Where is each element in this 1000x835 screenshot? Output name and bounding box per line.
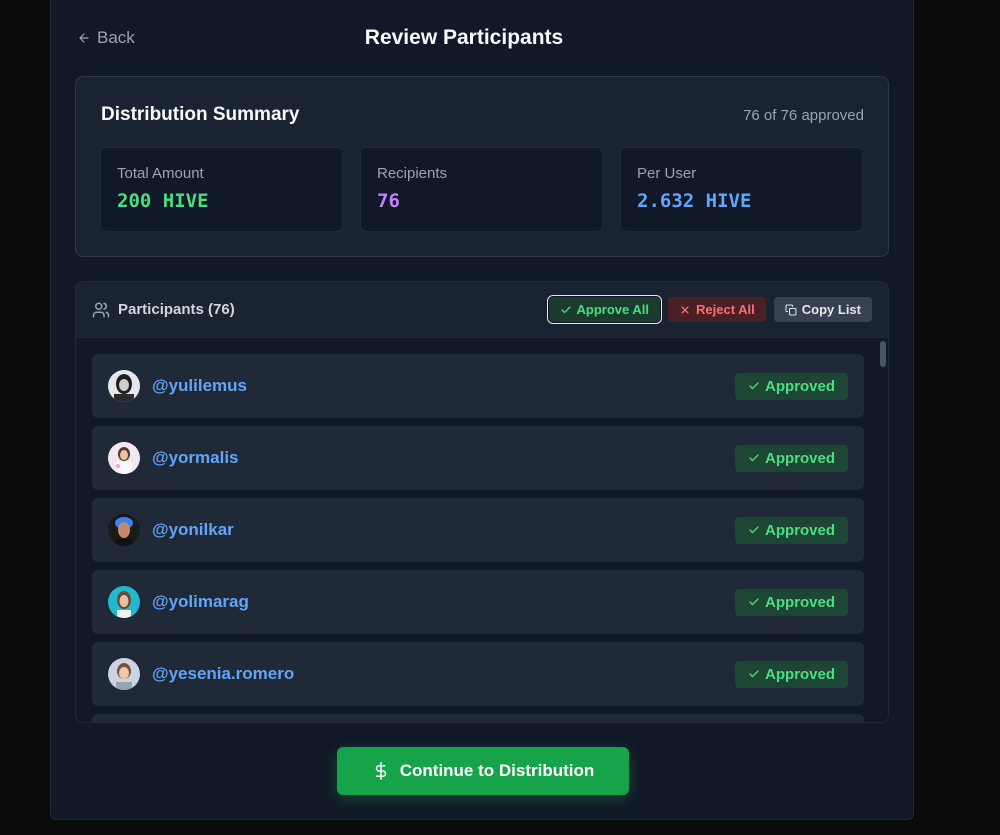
reject-all-button[interactable]: Reject All — [668, 297, 766, 322]
avatar — [108, 586, 140, 618]
stat-label: Per User — [637, 165, 697, 182]
participant-username[interactable]: @yolimarag — [152, 592, 735, 612]
status-label: Approved — [764, 377, 835, 395]
participants-title: Participants (76) — [118, 301, 235, 318]
approve-all-label: Approve All — [576, 302, 649, 317]
participants-header: Participants (76) Approve All Reject All… — [76, 282, 888, 338]
reject-all-label: Reject All — [696, 302, 755, 317]
participant-row: @yonilkar Approved — [92, 498, 864, 562]
participant-row: @yulilemus Approved — [92, 354, 864, 418]
distribution-summary: Distribution Summary 76 of 76 approved T… — [75, 76, 889, 257]
participant-username[interactable]: @yonilkar — [152, 520, 735, 540]
participant-username[interactable]: @yulilemus — [152, 376, 735, 396]
continue-label: Continue to Distribution — [399, 761, 595, 780]
x-icon — [681, 305, 689, 314]
stat-recipients: Recipients 76 — [360, 147, 603, 232]
page-title: Review Participants — [364, 26, 564, 49]
review-panel: Back Review Participants Distribution Su… — [50, 0, 914, 820]
check-icon — [749, 454, 759, 462]
avatar — [108, 442, 140, 474]
check-icon — [749, 526, 759, 534]
stat-total-amount: Total Amount 200 HIVE — [100, 147, 343, 232]
participants-card: Participants (76) Approve All Reject All… — [75, 281, 889, 723]
stat-label: Recipients — [377, 165, 448, 182]
participant-row: @yolimarag Approved — [92, 570, 864, 634]
avatar — [108, 514, 140, 546]
continue-to-distribution-button[interactable]: Continue to Distribution — [337, 747, 629, 795]
status-label: Approved — [764, 449, 835, 467]
status-label: Approved — [764, 665, 835, 683]
approved-count: 76 of 76 approved — [743, 107, 864, 124]
stat-value: 200 HIVE — [117, 190, 209, 212]
stat-value: 2.632 HIVE — [637, 190, 752, 212]
scrollbar-thumb[interactable] — [880, 341, 886, 367]
stat-value: 76 — [377, 190, 400, 212]
stat-per-user: Per User 2.632 HIVE — [620, 147, 863, 232]
summary-title: Distribution Summary — [101, 104, 300, 125]
status-label: Approved — [764, 593, 835, 611]
participant-username[interactable]: @yesenia.romero — [152, 664, 735, 684]
status-badge: Approved — [734, 660, 848, 688]
check-icon — [560, 305, 571, 313]
dollar-icon — [375, 762, 386, 780]
stat-label: Total Amount — [117, 165, 204, 182]
participants-scrollbar[interactable] — [876, 339, 888, 722]
check-icon — [749, 670, 759, 678]
participant-username[interactable]: @yormalis — [152, 448, 735, 468]
copy-list-button[interactable]: Copy List — [773, 297, 872, 322]
participant-row: @yesenia.romero Approved — [92, 642, 864, 706]
status-badge: Approved — [734, 444, 848, 472]
avatar — [108, 658, 140, 690]
participant-list: @yulilemus Approved @yormalis Approved @… — [92, 354, 864, 722]
copy-icon — [785, 304, 797, 315]
users-icon — [92, 302, 110, 317]
participant-row: @yormalis Approved — [92, 426, 864, 490]
status-badge: Approved — [734, 516, 848, 544]
copy-list-label: Copy List — [801, 302, 861, 317]
status-badge: Approved — [734, 372, 848, 400]
check-icon — [749, 598, 759, 606]
check-icon — [749, 382, 759, 390]
status-badge: Approved — [734, 588, 848, 616]
status-label: Approved — [764, 521, 835, 539]
approve-all-button[interactable]: Approve All — [548, 297, 660, 322]
avatar — [108, 370, 140, 402]
participant-row-partial — [92, 714, 864, 722]
